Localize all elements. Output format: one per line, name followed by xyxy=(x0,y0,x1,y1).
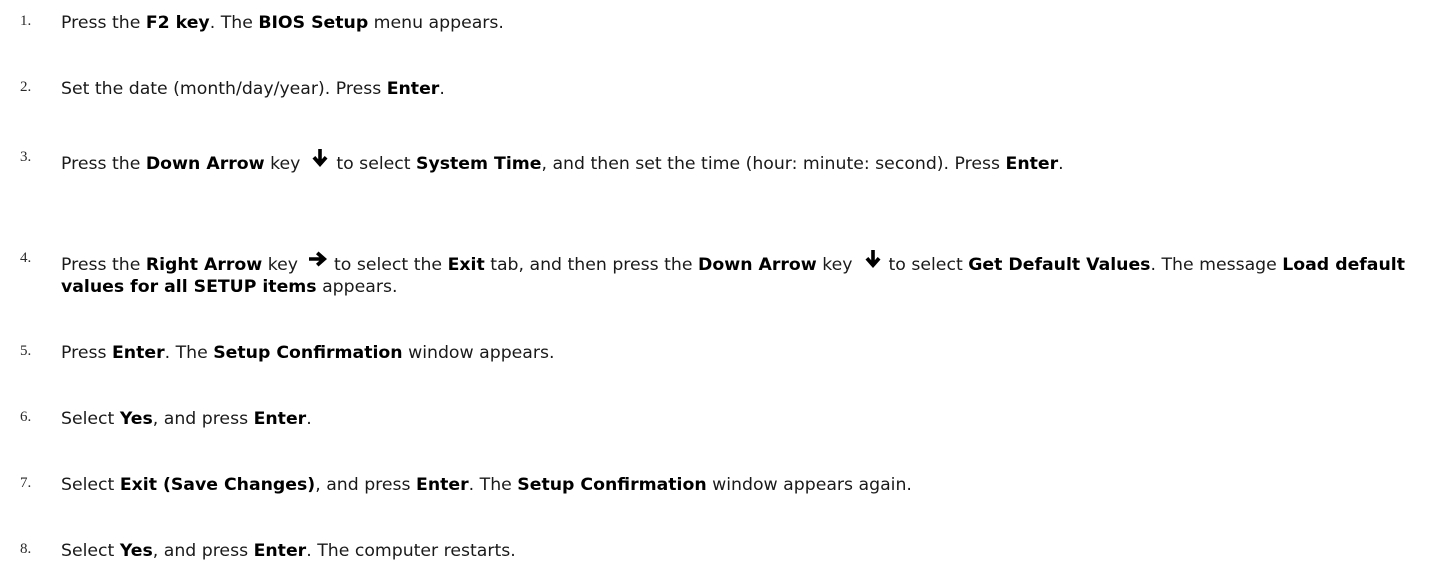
window-name: Setup Confirmation xyxy=(517,475,707,495)
key-name: Enter xyxy=(253,541,307,561)
option-name: Exit (Save Changes) xyxy=(119,475,316,495)
tab-name: Exit xyxy=(447,255,485,275)
step-text: Select Yes, and press Enter. The compute… xyxy=(61,541,516,561)
key-name: Down Arrow xyxy=(698,255,817,275)
menu-item-name: Get Default Values xyxy=(968,255,1151,275)
step-text: Press Enter. The Setup Confirmation wind… xyxy=(61,343,555,363)
option-name: Yes xyxy=(119,541,153,561)
menu-name: BIOS Setup xyxy=(258,13,369,33)
step-number: 4. xyxy=(20,250,32,266)
step-number: 8. xyxy=(20,541,32,557)
down-arrow-icon xyxy=(310,148,330,168)
menu-item-name: System Time xyxy=(416,154,542,174)
window-name: Setup Confirmation xyxy=(213,343,403,363)
right-arrow-icon xyxy=(308,249,328,269)
key-name: Enter xyxy=(386,79,440,99)
step-text: Select Yes, and press Enter. xyxy=(61,409,312,429)
key-name: Enter xyxy=(253,409,307,429)
key-name: Enter xyxy=(1005,154,1059,174)
step-number: 7. xyxy=(20,475,32,491)
key-name: Down Arrow xyxy=(145,154,265,174)
key-name: F2 key xyxy=(145,13,210,33)
step-text: Press the Down Arrow key to select System… xyxy=(61,148,1441,175)
down-arrow-icon xyxy=(863,249,883,269)
key-name: Enter xyxy=(111,343,165,363)
step-number: 5. xyxy=(20,343,32,359)
step-number: 1. xyxy=(20,13,32,29)
key-name: Right Arrow xyxy=(145,255,263,275)
step-number: 6. xyxy=(20,409,32,425)
step-text: Select Exit (Save Changes), and press En… xyxy=(61,475,912,495)
step-number: 2. xyxy=(20,79,32,95)
step-text: Set the date (month/day/year). Press Ent… xyxy=(61,79,445,99)
step-text: Press the Right Arrow key to select the E… xyxy=(61,249,1441,298)
step-number: 3. xyxy=(20,149,32,165)
step-text: Press the F2 key. The BIOS Setup menu ap… xyxy=(61,13,504,33)
option-name: Yes xyxy=(119,409,153,429)
key-name: Enter xyxy=(416,475,469,495)
